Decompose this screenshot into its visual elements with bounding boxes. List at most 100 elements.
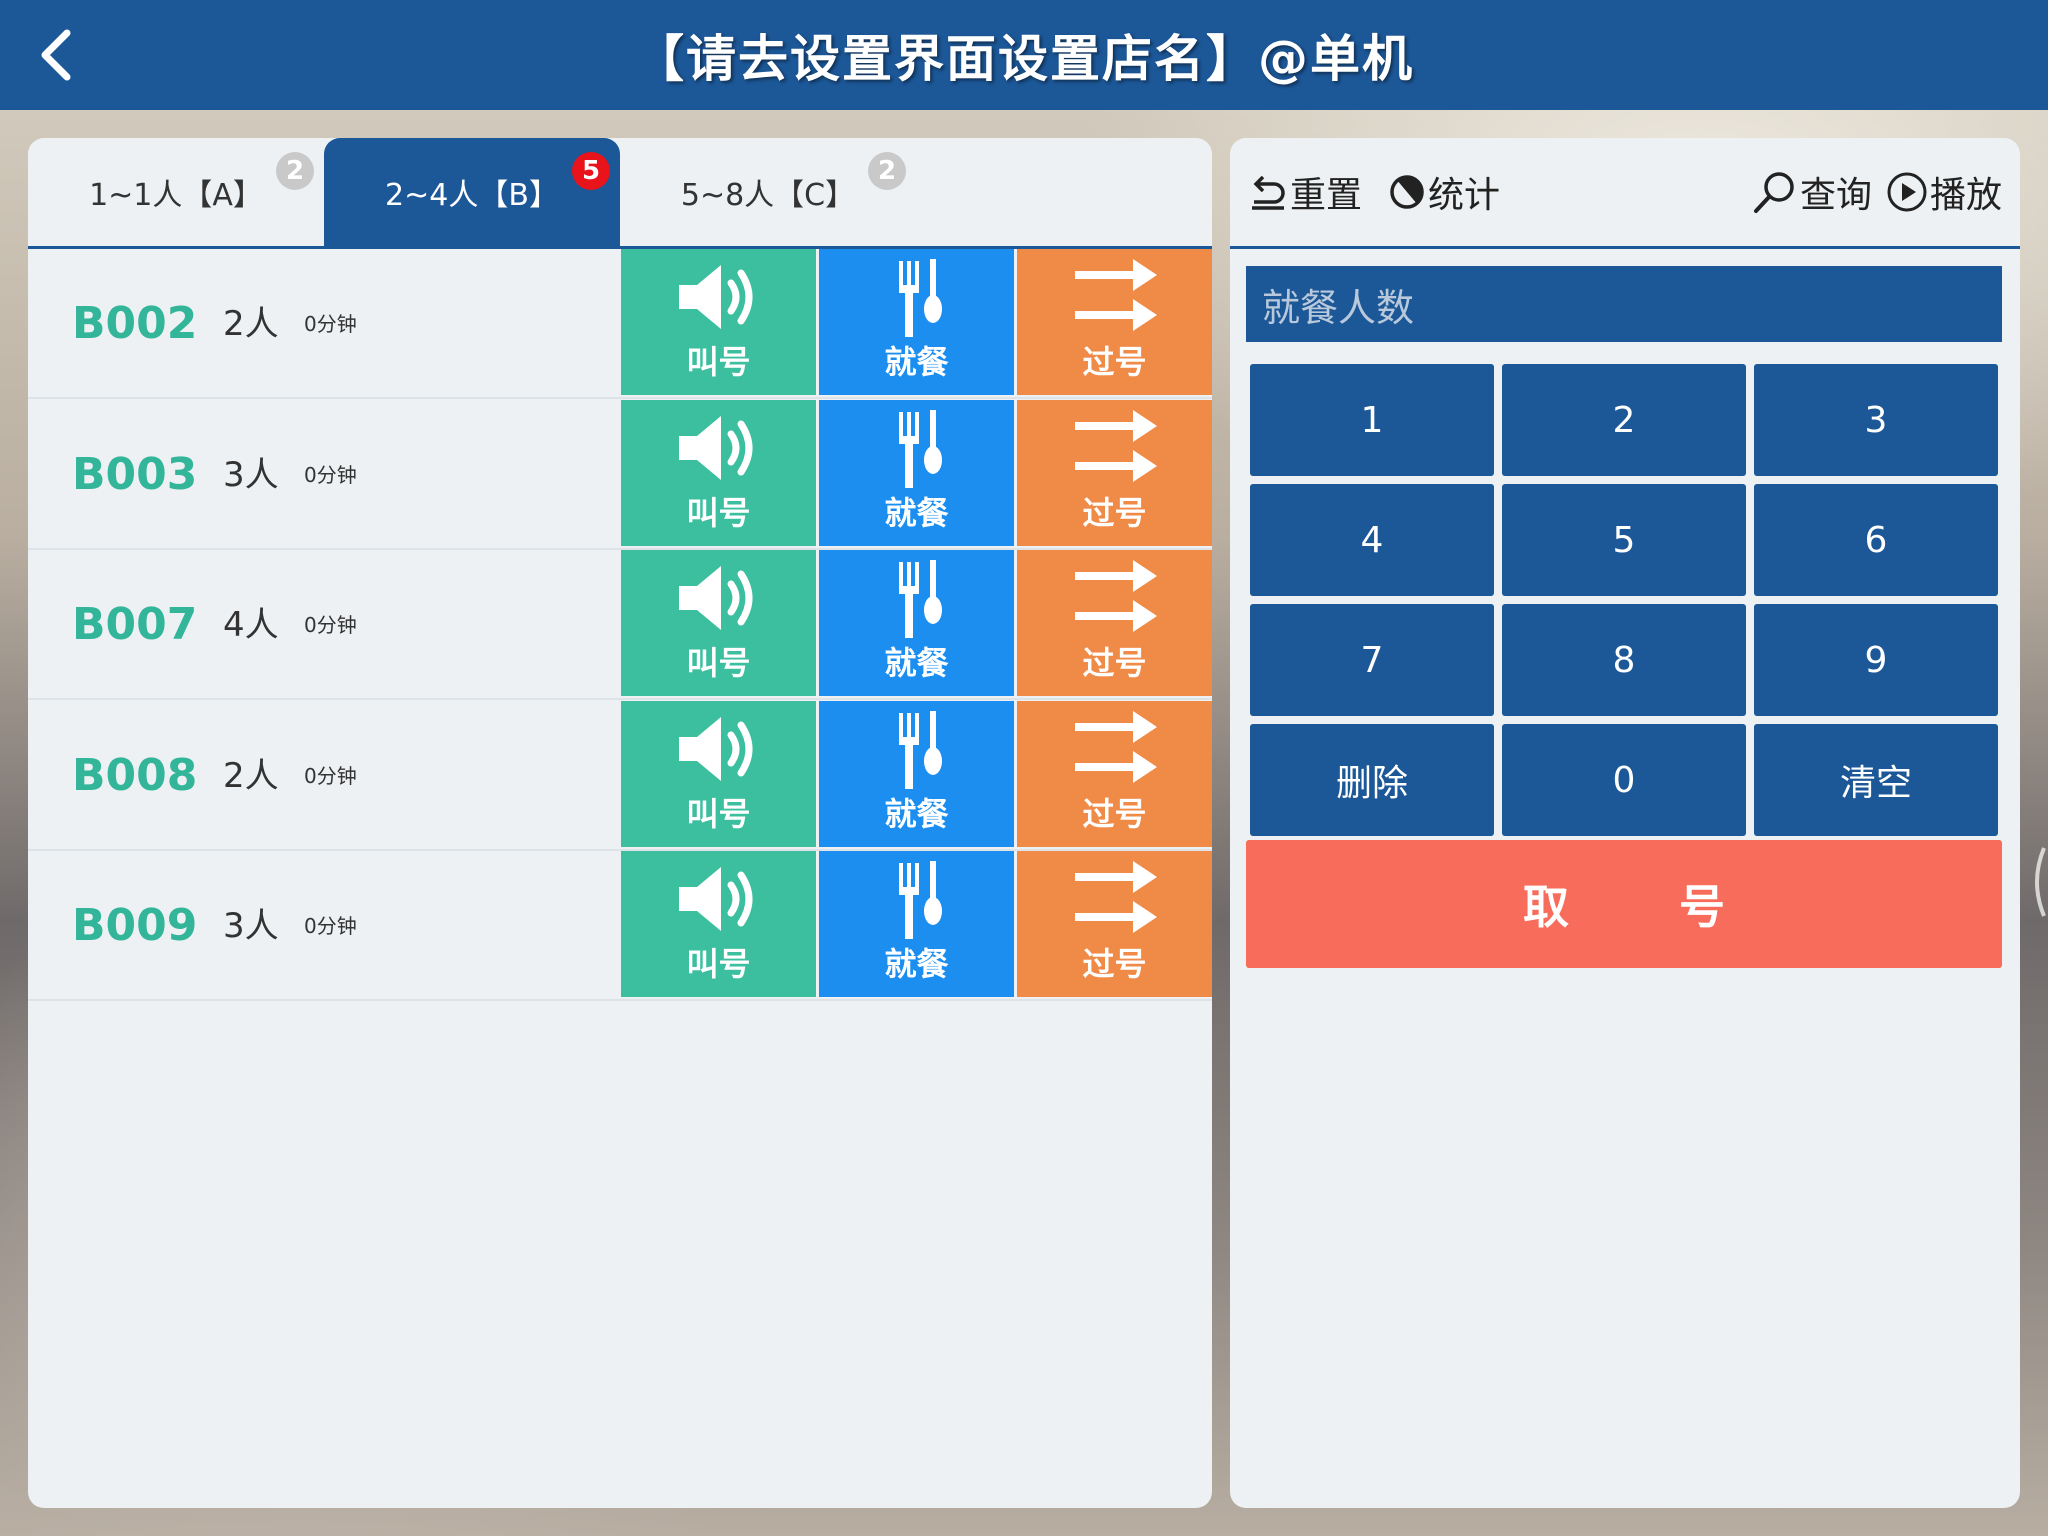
reset-button[interactable]: 重置 [1248, 138, 1362, 246]
call-label: 叫号 [686, 343, 751, 381]
call-label: 叫号 [686, 493, 751, 532]
toolbar: 重置 统计 查询 播放 [1230, 138, 2020, 249]
call-label: 叫号 [686, 644, 751, 682]
call-label: 叫号 [686, 945, 751, 983]
reset-label: 重置 [1290, 175, 1363, 216]
skip-label: 过号 [1082, 945, 1147, 983]
party-size: 3人 [223, 454, 279, 495]
skip-button[interactable]: 过号 [1017, 399, 1212, 546]
skip-label: 过号 [1082, 343, 1147, 381]
cutlery-icon [898, 409, 942, 488]
dine-button[interactable]: 就餐 [819, 851, 1014, 997]
dine-label: 就餐 [884, 493, 949, 532]
skip-label: 过号 [1082, 493, 1147, 532]
reset-icon [1252, 175, 1285, 210]
queue-row: B009 3人 0分钟叫号 就餐 过号 [28, 851, 1212, 1001]
stats-label: 统计 [1428, 175, 1501, 216]
call-label: 叫号 [686, 794, 751, 833]
keypad-key[interactable]: 删除 [1250, 724, 1494, 836]
queue-row: B007 4人 0分钟叫号 就餐 过号 [28, 550, 1212, 700]
keypad-key[interactable]: 8 [1502, 604, 1746, 716]
keypad-key[interactable]: 清空 [1754, 724, 1998, 836]
cutlery-icon [898, 560, 942, 638]
count-badge: 2 [276, 152, 314, 190]
dine-label: 就餐 [884, 644, 949, 682]
speaker-icon [678, 265, 752, 329]
tab-label: 1~1人【A】 [89, 178, 263, 213]
tab-label: 5~8人【C】 [680, 178, 856, 213]
keypad-key[interactable]: 2 [1502, 364, 1746, 476]
wait-time: 0分钟 [304, 914, 357, 938]
skip-button[interactable]: 过号 [1017, 249, 1212, 395]
play-button[interactable]: 播放 [1886, 138, 2002, 246]
skip-button[interactable]: 过号 [1017, 550, 1212, 696]
keypad-key[interactable]: 9 [1754, 604, 1998, 716]
call-button[interactable]: 叫号 [621, 399, 816, 546]
speaker-icon [678, 867, 752, 931]
page-title: 【请去设置界面设置店名】@单机 [634, 30, 1414, 88]
skip-label: 过号 [1082, 794, 1147, 833]
skip-button[interactable]: 过号 [1017, 700, 1212, 847]
party-size: 2人 [223, 304, 279, 344]
call-button[interactable]: 叫号 [621, 851, 816, 997]
queue-row: B003 3人 0分钟叫号 就餐 过号 [28, 399, 1212, 550]
double-arrow-icon [1074, 409, 1157, 482]
party-size-input[interactable]: 就餐人数 [1246, 266, 2002, 342]
speaker-icon [678, 566, 752, 630]
cutlery-icon [898, 861, 942, 939]
queue-row: B002 2人 0分钟叫号 就餐 过号 [28, 249, 1212, 399]
skip-button[interactable]: 过号 [1017, 851, 1212, 997]
count-badge: 2 [868, 152, 906, 190]
play-label: 播放 [1930, 175, 2003, 216]
keypad-key[interactable]: 6 [1754, 484, 1998, 596]
take-ticket-button[interactable]: 取号 [1246, 840, 2002, 968]
tab-group-b[interactable]: 2~4人【B】 5 [324, 138, 620, 246]
keypad-key[interactable]: 7 [1250, 604, 1494, 716]
keypad-key[interactable]: 0 [1502, 724, 1746, 836]
party-size: 2人 [223, 755, 279, 796]
cutlery-icon [898, 710, 942, 789]
call-button[interactable]: 叫号 [621, 249, 816, 395]
dine-label: 就餐 [884, 343, 949, 381]
queue-panel: 1~1人【A】 2 2~4人【B】 5 5~8人【C】 2 B002 2人 0分钟叫… [28, 138, 1212, 1508]
query-label: 查询 [1800, 175, 1873, 216]
keypad-key[interactable]: 4 [1250, 484, 1494, 596]
dine-button[interactable]: 就餐 [819, 700, 1014, 847]
tab-label: 2~4人【B】 [385, 178, 559, 213]
keypad-key[interactable]: 3 [1754, 364, 1998, 476]
wait-time: 0分钟 [304, 312, 357, 336]
call-button[interactable]: 叫号 [621, 550, 816, 696]
ticket-number: B007 [72, 599, 198, 650]
dine-button[interactable]: 就餐 [819, 550, 1014, 696]
queue-row: B008 2人 0分钟 叫号 就餐 过号 [28, 700, 1212, 851]
dine-button[interactable]: 就餐 [819, 249, 1014, 395]
dine-label: 就餐 [884, 794, 949, 833]
ticket-number: B003 [72, 448, 198, 500]
party-size: 4人 [223, 605, 279, 645]
count-badge: 5 [572, 152, 610, 190]
party-size: 3人 [223, 906, 279, 946]
stats-button[interactable]: 统计 [1388, 138, 1500, 246]
double-arrow-icon [1074, 710, 1157, 783]
dine-button[interactable]: 就餐 [819, 399, 1014, 546]
tab-group-a[interactable]: 1~1人【A】 2 [28, 138, 324, 246]
ticket-number: B008 [72, 749, 198, 801]
pie-chart-icon [1390, 175, 1424, 209]
speaker-icon [678, 716, 752, 781]
dine-label: 就餐 [884, 945, 949, 983]
tab-group-c[interactable]: 5~8人【C】 2 [620, 138, 916, 246]
query-button[interactable]: 查询 [1752, 138, 1872, 246]
keypad-key[interactable]: 5 [1502, 484, 1746, 596]
top-bar: 【请去设置界面设置店名】@单机 [0, 0, 2048, 110]
wait-time: 0分钟 [304, 613, 357, 637]
ticket-number: B009 [72, 900, 198, 951]
wait-time: 0分钟 [304, 462, 357, 487]
ticket-number: B002 [72, 298, 198, 349]
speaker-icon [678, 415, 752, 480]
keypad-key[interactable]: 1 [1250, 364, 1494, 476]
double-arrow-icon [1074, 560, 1157, 632]
double-arrow-icon [1074, 861, 1157, 933]
call-button[interactable]: 叫号 [621, 700, 816, 847]
edge-handle-icon[interactable] [2026, 842, 2048, 922]
double-arrow-icon [1074, 259, 1157, 331]
